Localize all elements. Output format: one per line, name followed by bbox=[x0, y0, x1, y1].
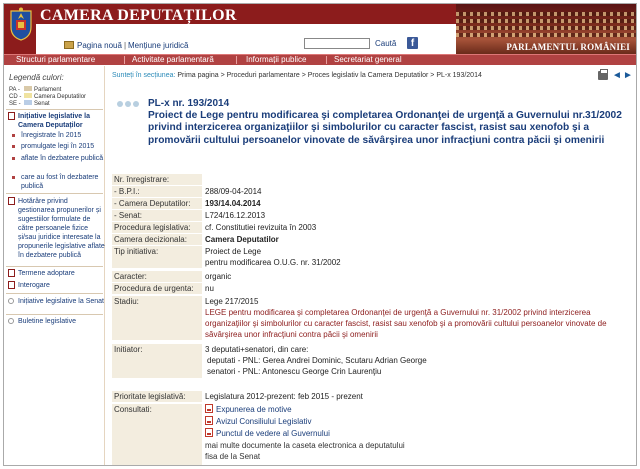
bullet-icon bbox=[12, 176, 15, 179]
bullet-icon bbox=[12, 145, 15, 148]
main-content: Sunteți în secțiunea: Prima pagina > Pro… bbox=[107, 66, 636, 465]
document-icon bbox=[8, 112, 15, 120]
avizul-consiliului-link[interactable]: Avizul Consiliului Legislativ bbox=[205, 416, 630, 428]
breadcrumb-path[interactable]: Prima pagina > Proceduri parlamentare > … bbox=[177, 72, 481, 79]
sidebar-divider bbox=[6, 193, 103, 194]
initiator-deputati: deputati - PNL: Gerea Andrei Dominic, Sc… bbox=[207, 356, 427, 365]
main-nav: Structuri parlamentare Activitate parlam… bbox=[4, 54, 636, 65]
row-tip-initiativa: Tip initiativa: Proiect de Lege pentru m… bbox=[112, 246, 341, 268]
legend-title: Legendă culori: bbox=[9, 73, 64, 82]
document-icon bbox=[8, 197, 15, 205]
document-id: PL-x nr. 193/2014 bbox=[148, 98, 230, 109]
print-icon[interactable] bbox=[598, 69, 608, 80]
link-separator: | bbox=[123, 41, 127, 50]
legend-row-se: SE - Senat bbox=[9, 100, 50, 107]
sidebar-divider bbox=[6, 109, 103, 110]
facebook-icon[interactable]: f bbox=[407, 37, 418, 49]
row-procedura-urgenta: Procedura de urgenta: nu bbox=[112, 283, 214, 294]
fisa-senat-link[interactable]: fisa de la Senat bbox=[205, 451, 630, 462]
document-icon bbox=[8, 281, 15, 289]
nav-divider bbox=[326, 56, 327, 64]
row-senat: - Senat: L724/16.12.2013 bbox=[112, 210, 266, 221]
site-header: CAMERA DEPUTAȚILOR Pagina nouă | Mențiune … bbox=[4, 4, 636, 54]
expunerea-de-motive-link[interactable]: Expunerea de motive bbox=[205, 404, 630, 416]
nav-divider bbox=[124, 56, 125, 64]
sidebar-divider bbox=[6, 314, 103, 315]
document-icon bbox=[8, 269, 15, 277]
pdf-icon bbox=[205, 416, 213, 425]
row-camera-decizionala: Camera decizionala: Camera Deputatilor bbox=[112, 234, 279, 245]
nav-divider bbox=[236, 56, 237, 64]
row-initiator: Initiator: 3 deputati+senatori, din care… bbox=[112, 344, 632, 378]
bullet-icon bbox=[12, 157, 15, 160]
pdf-icon bbox=[205, 404, 213, 413]
nav-secretariat-general[interactable]: Secretariat general bbox=[334, 55, 402, 65]
document-title: Proiect de Lege pentru modificarea şi co… bbox=[148, 110, 622, 146]
row-procedura-legislativa: Procedura legislativa: cf. Constitutiei … bbox=[112, 222, 317, 233]
row-nr-inregistrare: Nr. înregistrare: bbox=[112, 174, 632, 185]
decorative-dots bbox=[117, 100, 141, 109]
initiator-senatori: senatori - PNL: Antonescu George Crin La… bbox=[207, 367, 382, 376]
nav-activitate-parlamentara[interactable]: Activitate parlamentară bbox=[132, 55, 214, 65]
parliament-label[interactable]: PARLAMENTUL ROMÂNIEI bbox=[468, 41, 636, 54]
stadiu-lege: Lege 217/2015 bbox=[205, 297, 259, 306]
legend-row-pa: PA - Parlament bbox=[9, 86, 62, 93]
coat-of-arms-icon[interactable] bbox=[8, 7, 34, 41]
breadcrumb-lead: Sunteți în secțiunea: bbox=[112, 72, 176, 79]
punctul-de-vedere-link[interactable]: Punctul de vedere al Guvernului bbox=[205, 428, 630, 440]
new-page-link[interactable]: Pagina nouă bbox=[77, 41, 122, 50]
row-stadiu: Stadiu: Lege 217/2015 LEGE pentru modifi… bbox=[112, 296, 632, 340]
next-arrow-icon[interactable]: ► bbox=[623, 70, 633, 81]
nav-structuri-parlamentare[interactable]: Structuri parlamentare bbox=[16, 55, 95, 65]
nav-informatii-publice[interactable]: Informații publice bbox=[246, 55, 306, 65]
legal-notice-link[interactable]: Mențiune juridică bbox=[128, 41, 188, 50]
row-bpi: - B.P.I.: 288/09-04-2014 bbox=[112, 186, 262, 197]
breadcrumb: Sunteți în secțiunea: Prima pagina > Pro… bbox=[112, 72, 482, 79]
row-camera-deputatilor: - Camera Deputatilor: 193/14.04.2014 bbox=[112, 198, 261, 209]
bullet-icon bbox=[8, 298, 14, 304]
stadiu-lege-title: LEGE pentru modificarea şi completarea O… bbox=[205, 308, 607, 339]
home-icon[interactable] bbox=[64, 41, 74, 49]
caseta-electronica-link[interactable]: mai multe documente la caseta electronic… bbox=[205, 440, 630, 451]
sidebar-divider bbox=[6, 293, 103, 294]
bullet-icon bbox=[12, 134, 15, 137]
row-consultati: Consultati: Expunerea de motive Avizul C… bbox=[112, 404, 632, 465]
bullet-icon bbox=[8, 318, 14, 324]
row-caracter: Caracter: organic bbox=[112, 271, 232, 282]
top-links: Pagina nouă | Mențiune juridică bbox=[64, 41, 189, 50]
pdf-icon bbox=[205, 428, 213, 437]
sidebar-divider bbox=[6, 266, 103, 267]
row-prioritate: Prioritate legislativă: Legislatura 2012… bbox=[112, 391, 363, 402]
sidebar: Legendă culori: PA - Parlament CD - Camera… bbox=[4, 66, 105, 465]
search-button[interactable]: Caută bbox=[375, 39, 396, 48]
site-title[interactable]: CAMERA DEPUTAȚILOR bbox=[40, 7, 237, 25]
previous-arrow-icon[interactable]: ◄ bbox=[612, 70, 622, 81]
browser-frame: CAMERA DEPUTAȚILOR Pagina nouă | Mențiune … bbox=[3, 3, 637, 466]
legend-row-cd: CD - Camera Deputatilor bbox=[9, 93, 87, 100]
search-input[interactable] bbox=[304, 38, 370, 49]
